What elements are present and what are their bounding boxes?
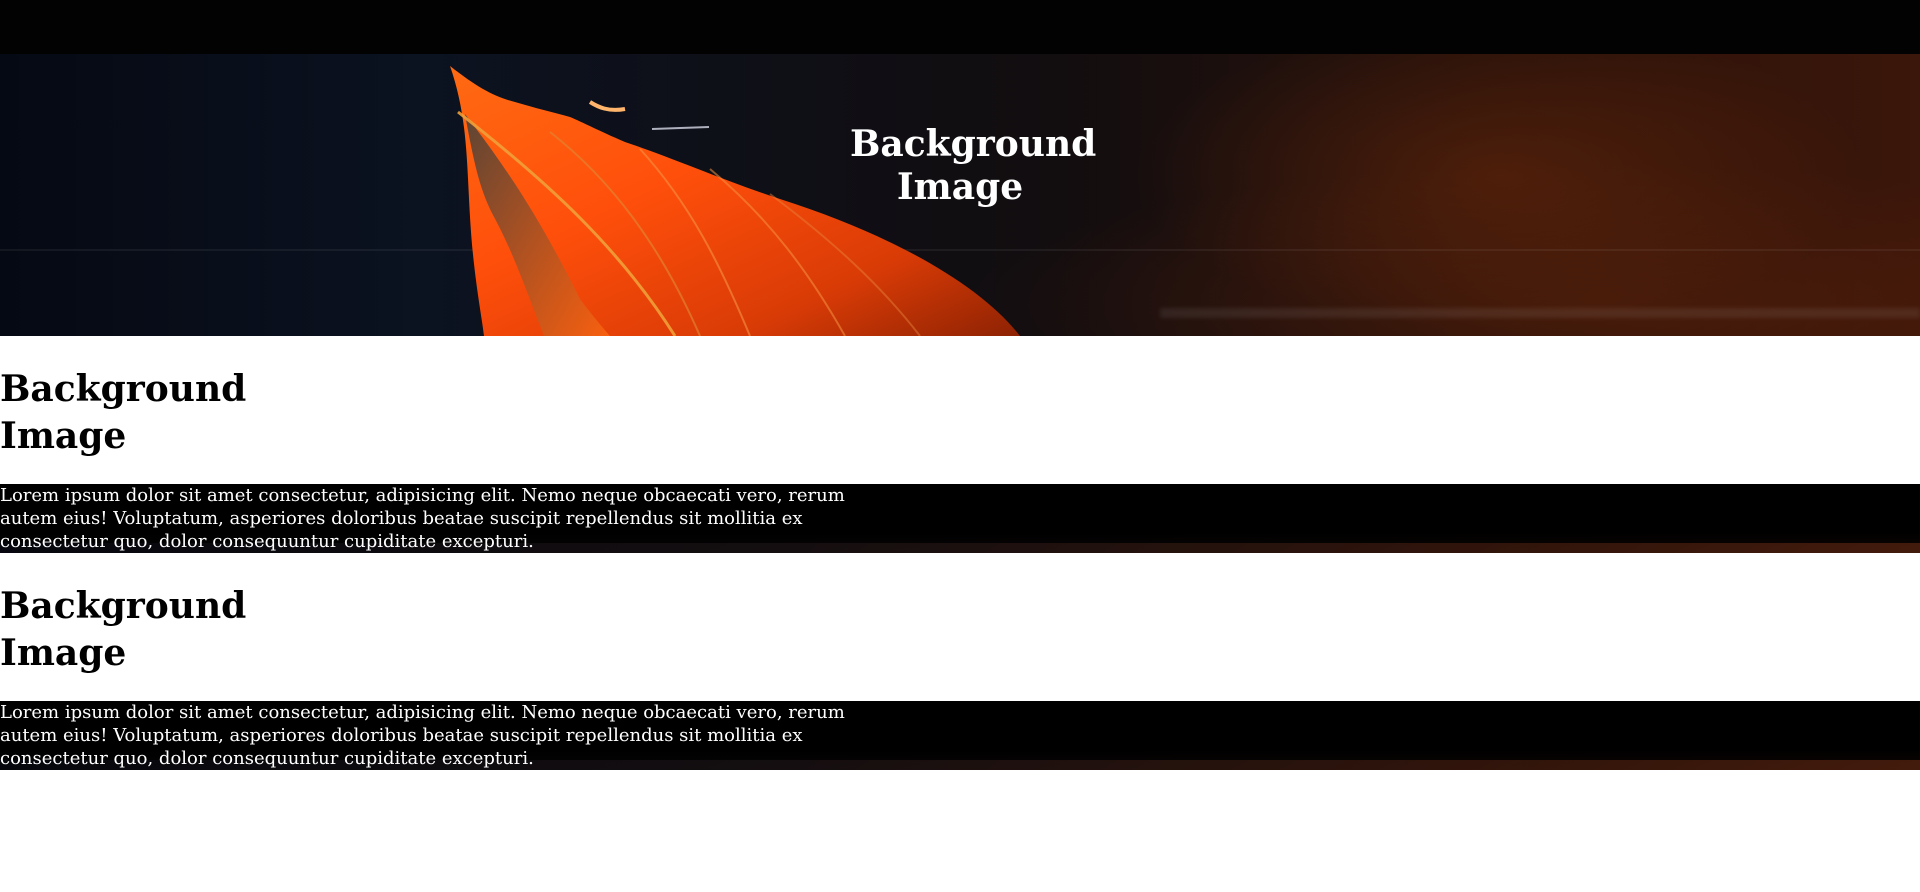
section-paragraph: Lorem ipsum dolor sit amet consectetur, … bbox=[0, 701, 1920, 770]
section-paragraph-text: Lorem ipsum dolor sit amet consectetur, … bbox=[0, 485, 845, 552]
table-edge-highlight bbox=[1160, 308, 1920, 318]
content-section-1: Background Image Lorem ipsum dolor sit a… bbox=[0, 336, 1920, 553]
section-paragraph-text: Lorem ipsum dolor sit amet consectetur, … bbox=[0, 702, 845, 769]
section-title: Background Image bbox=[0, 585, 247, 674]
hero-title: Background Image bbox=[0, 123, 1920, 209]
hero-banner: Background Image bbox=[0, 0, 1920, 336]
section-title: Background Image bbox=[0, 368, 247, 457]
section-paragraph: Lorem ipsum dolor sit amet consectetur, … bbox=[0, 484, 1920, 553]
hero-top-band bbox=[0, 0, 1920, 54]
hero-title-text: Background Image bbox=[850, 123, 1097, 208]
content-section-2: Background Image Lorem ipsum dolor sit a… bbox=[0, 553, 1920, 770]
